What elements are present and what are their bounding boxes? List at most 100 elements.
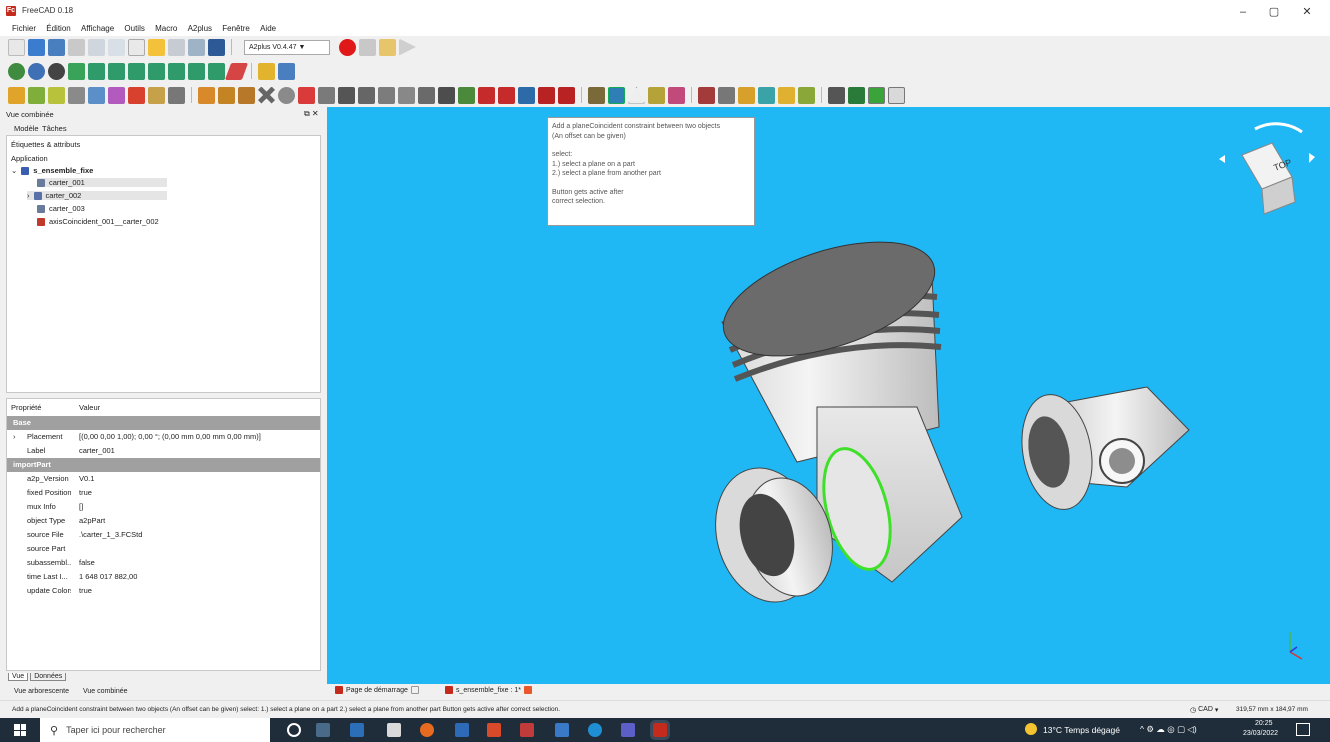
rear-view-icon[interactable] bbox=[148, 62, 165, 80]
cleanup-icon[interactable] bbox=[798, 86, 815, 104]
menu-fenetre[interactable]: Fenêtre bbox=[218, 22, 254, 35]
plane-parallel-icon[interactable] bbox=[438, 86, 455, 104]
redo-icon[interactable] bbox=[168, 38, 185, 56]
mail-icon[interactable] bbox=[350, 723, 364, 737]
axis-plane-normal-icon[interactable] bbox=[418, 86, 435, 104]
point-on-line-icon[interactable] bbox=[218, 86, 235, 104]
center-of-mass-icon[interactable] bbox=[498, 86, 515, 104]
axis-plane-angle-icon[interactable] bbox=[398, 86, 415, 104]
panel-float-icon[interactable]: ⧉ ✕ bbox=[304, 109, 319, 119]
print-icon[interactable] bbox=[68, 38, 85, 56]
tab-s-ensemble-fixe[interactable]: s_ensemble_fixe : 1* bbox=[445, 686, 532, 694]
tree-item-carter-001[interactable]: carter_001 bbox=[37, 178, 167, 187]
copy-icon[interactable] bbox=[108, 38, 125, 56]
constraint-editor-icon[interactable] bbox=[558, 86, 575, 104]
navigation-cube[interactable] bbox=[1219, 122, 1315, 215]
property-row[interactable]: › Placement [(0,00 0,00 1,00); 0,00 °; (… bbox=[7, 430, 320, 444]
duplicate-part-icon[interactable] bbox=[88, 86, 105, 104]
tab-donnees[interactable]: Données bbox=[30, 673, 67, 681]
calendar-icon[interactable] bbox=[387, 723, 401, 737]
maximize-button[interactable]: ▢ bbox=[1259, 4, 1289, 20]
workbench-selector[interactable]: A2plus V0.4.47 ▼ bbox=[244, 39, 330, 55]
axial-align-icon[interactable] bbox=[338, 86, 355, 104]
photos-icon[interactable] bbox=[555, 723, 569, 737]
close-tab-icon[interactable] bbox=[410, 686, 419, 694]
add-part-icon[interactable] bbox=[8, 86, 25, 104]
repair-tree-icon[interactable] bbox=[738, 86, 755, 104]
front-view-icon[interactable] bbox=[88, 62, 105, 80]
property-row[interactable]: a2p_Version V0.1 bbox=[7, 472, 320, 486]
sanity-check-icon[interactable] bbox=[848, 86, 865, 104]
axis-plane-parallel-icon[interactable] bbox=[378, 86, 395, 104]
weather-text[interactable]: 13°C Temps dégagé bbox=[1043, 725, 1120, 735]
property-group-importpart[interactable]: importPart bbox=[7, 458, 320, 472]
edit-part-icon[interactable] bbox=[128, 86, 145, 104]
warning-icon[interactable] bbox=[628, 86, 645, 104]
notifications-icon[interactable] bbox=[1296, 723, 1310, 736]
whats-this-icon[interactable] bbox=[208, 38, 225, 56]
constraint-dimension-icon[interactable] bbox=[518, 86, 535, 104]
carter-part[interactable] bbox=[1013, 386, 1190, 515]
execute-macro-icon[interactable] bbox=[399, 38, 416, 56]
tab-taches[interactable]: Tâches bbox=[42, 124, 67, 133]
property-row[interactable]: source File .\carter_1_3.FCStd bbox=[7, 528, 320, 542]
navigation-style-selector[interactable]: ◷ CAD ▾ bbox=[1190, 706, 1218, 714]
tab-start-page[interactable]: Page de démarrage bbox=[335, 686, 419, 694]
bottom-view-icon[interactable] bbox=[168, 62, 185, 80]
tree-item-carter-003[interactable]: carter_003 bbox=[37, 204, 85, 213]
menu-fichier[interactable]: Fichier bbox=[8, 22, 40, 35]
point-identity-icon[interactable] bbox=[198, 86, 215, 104]
toggle-transparency-icon[interactable] bbox=[668, 86, 685, 104]
partlist-icon[interactable] bbox=[778, 86, 795, 104]
axis-coincident-icon[interactable] bbox=[318, 86, 335, 104]
assembly-info-icon[interactable] bbox=[828, 86, 845, 104]
delete-constraints-icon[interactable] bbox=[168, 86, 185, 104]
open-folder-icon[interactable] bbox=[28, 38, 45, 56]
record-macro-icon[interactable] bbox=[339, 38, 356, 56]
menu-outils[interactable]: Outils bbox=[120, 22, 148, 35]
cut-icon[interactable] bbox=[88, 38, 105, 56]
search-constraints-icon[interactable] bbox=[718, 86, 735, 104]
3d-viewport[interactable]: TOP bbox=[327, 107, 1330, 684]
tree-item-axis-coincident[interactable]: axisCoincident_001__carter_002 bbox=[37, 217, 159, 226]
update-imports-icon[interactable] bbox=[148, 86, 165, 104]
app-icon[interactable] bbox=[520, 723, 534, 737]
menu-affichage[interactable]: Affichage bbox=[77, 22, 118, 35]
circular-edge-icon[interactable] bbox=[298, 86, 315, 104]
undo-icon[interactable] bbox=[148, 38, 165, 56]
plane-coincident-icon[interactable] bbox=[458, 86, 475, 104]
parts-info-icon[interactable] bbox=[868, 86, 885, 104]
freecad-taskbar-icon[interactable] bbox=[650, 720, 670, 740]
tree-item-carter-002[interactable]: › carter_002 bbox=[27, 191, 167, 200]
teams-icon[interactable] bbox=[621, 723, 635, 737]
close-button[interactable]: ✕ bbox=[1292, 4, 1322, 20]
cylinder-part[interactable] bbox=[701, 219, 963, 613]
tab-vue[interactable]: Vue bbox=[8, 673, 29, 681]
flip-constraint-icon[interactable] bbox=[538, 86, 555, 104]
system-tray-icons[interactable]: ^ ⚙ ☁ ◎ ▢ ◁) bbox=[1140, 724, 1197, 735]
firefox-icon[interactable] bbox=[420, 723, 434, 737]
save-icon[interactable] bbox=[48, 38, 65, 56]
draw-style-icon[interactable] bbox=[48, 62, 65, 80]
part-icon[interactable] bbox=[258, 62, 275, 80]
left-view-icon[interactable] bbox=[188, 62, 205, 80]
property-row[interactable]: subassembl... false bbox=[7, 556, 320, 570]
clock-time[interactable]: 20:25 bbox=[1255, 720, 1273, 727]
menu-edition[interactable]: Édition bbox=[42, 22, 74, 35]
menu-a2plus[interactable]: A2plus bbox=[184, 22, 216, 35]
property-row[interactable]: object Type a2pPart bbox=[7, 514, 320, 528]
tab-modele[interactable]: Modèle bbox=[14, 124, 39, 133]
right-view-icon[interactable] bbox=[128, 62, 145, 80]
menu-macro[interactable]: Macro bbox=[151, 22, 181, 35]
chevron-right-icon[interactable]: › bbox=[27, 191, 30, 200]
chevron-down-icon[interactable]: ⌄ bbox=[11, 166, 17, 175]
sphere-center-icon[interactable] bbox=[278, 86, 295, 104]
property-group-base[interactable]: Base bbox=[7, 416, 320, 430]
windows-start-icon[interactable] bbox=[14, 724, 26, 736]
file-explorer-icon[interactable] bbox=[455, 723, 469, 737]
new-document-icon[interactable] bbox=[8, 38, 25, 56]
axis-parallel-icon[interactable] bbox=[358, 86, 375, 104]
move-part-icon[interactable] bbox=[68, 86, 85, 104]
tab-vue-arborescente[interactable]: Vue arborescente bbox=[14, 688, 69, 695]
fit-all-icon[interactable] bbox=[8, 62, 25, 80]
